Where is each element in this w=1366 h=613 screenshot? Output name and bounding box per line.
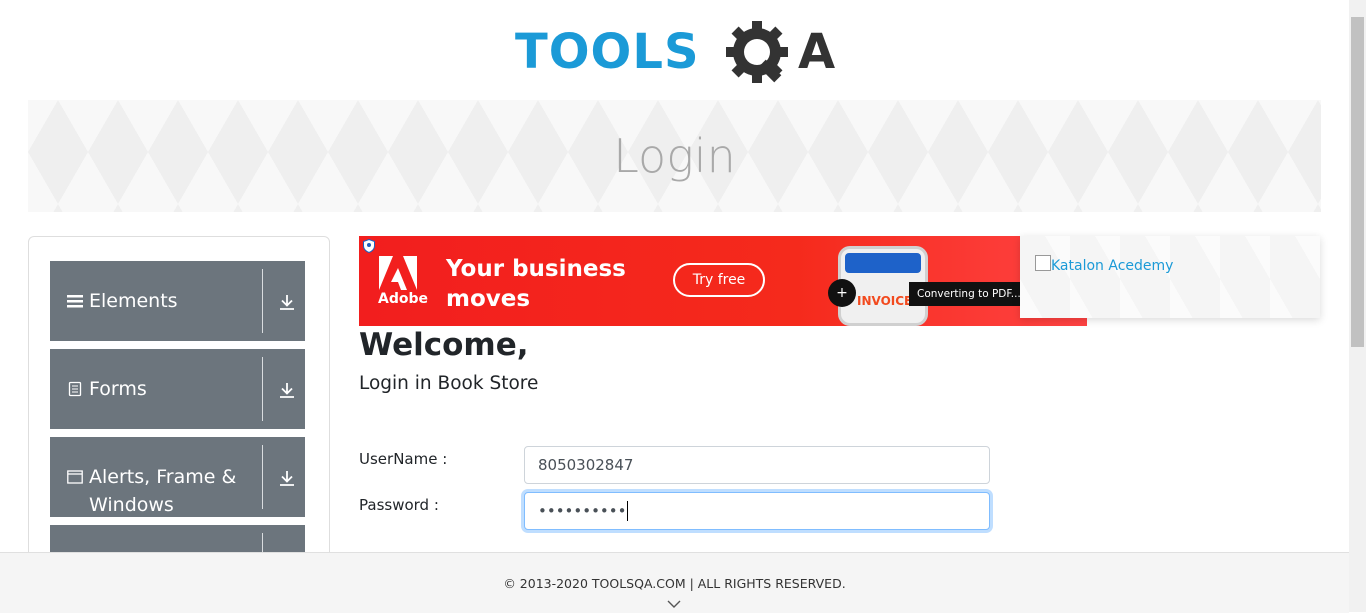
scrollbar-thumb[interactable] (1351, 17, 1364, 347)
sidebar-group-label-line1: Alerts, Frame & (89, 466, 237, 488)
ad-headline-line2: moves (446, 286, 531, 312)
katalon-ad[interactable]: Katalon Acedemy (1020, 236, 1320, 318)
sidebar-group-label: Forms (89, 378, 147, 400)
invoice-label: INVOICE (857, 294, 913, 308)
password-field[interactable]: •••••••••• (524, 492, 990, 530)
converting-tooltip: Converting to PDF... (909, 282, 1029, 306)
username-value: 8050302847 (538, 456, 634, 474)
sidebar-group-alerts-frame-windows[interactable]: Alerts, Frame & Windows (50, 437, 305, 517)
download-icon (280, 295, 294, 310)
window-icon (67, 470, 83, 484)
page-title: Login (613, 129, 736, 183)
username-field[interactable]: 8050302847 (524, 446, 990, 484)
welcome-heading: Welcome, (359, 327, 529, 363)
download-icon (280, 471, 294, 486)
password-value: •••••••••• (538, 502, 627, 520)
adobe-logo-icon (379, 256, 417, 290)
try-free-button[interactable]: Try free (673, 263, 765, 297)
phone-screen-header (845, 253, 921, 273)
logo-text-tools: TOOLS (515, 24, 700, 80)
footer-copyright: © 2013-2020 TOOLSQA.COM | ALL RIGHTS RES… (503, 576, 846, 591)
adobe-ad[interactable]: Adobe Your business moves Try free INVOI… (359, 236, 1087, 326)
divider (262, 445, 263, 509)
page-banner: Login (28, 100, 1321, 212)
sidebar-group-label: Alerts, Frame & Windows (89, 463, 236, 519)
download-icon (280, 383, 294, 398)
password-label: Password : (359, 496, 439, 514)
ad-headline: Your business moves (446, 254, 646, 314)
document-icon (68, 381, 82, 397)
sidebar-group-label: Elements (89, 290, 178, 312)
adchoices-shield-icon[interactable] (362, 239, 376, 253)
logo-text-a: A (798, 24, 835, 80)
login-subtitle: Login in Book Store (359, 373, 539, 394)
sidebar-group-forms[interactable]: Forms (50, 349, 305, 429)
sidebar-group-label-line2: Windows (89, 494, 174, 516)
katalon-ad-link[interactable]: Katalon Acedemy (1051, 258, 1173, 274)
ad-headline-line1: Your business (446, 256, 626, 282)
text-caret (627, 501, 629, 521)
sidebar: Elements Forms Alerts, Frame & Windows (28, 236, 330, 568)
divider (262, 357, 263, 421)
gear-icon (726, 21, 788, 83)
divider (262, 269, 263, 333)
plus-icon: + (828, 279, 856, 307)
toolsqa-logo[interactable]: TOOLS A (515, 16, 840, 92)
username-label: UserName : (359, 450, 448, 468)
footer: © 2013-2020 TOOLSQA.COM | ALL RIGHTS RES… (0, 552, 1349, 613)
broken-image-icon (1035, 255, 1051, 271)
sidebar-group-elements[interactable]: Elements (50, 261, 305, 341)
chevron-down-icon[interactable] (667, 599, 681, 609)
hamburger-icon (67, 295, 83, 308)
ad-brand: Adobe (378, 291, 428, 307)
